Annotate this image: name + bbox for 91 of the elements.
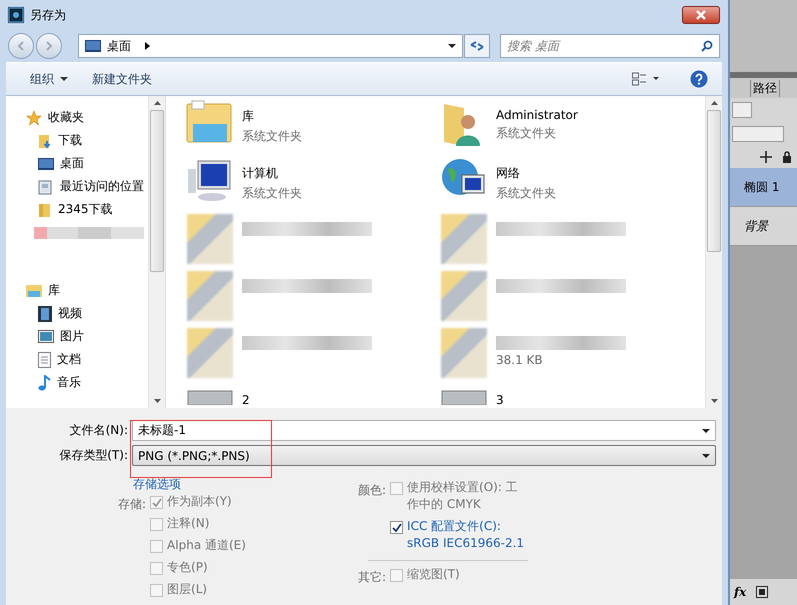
- option-label: 图层(L): [167, 581, 208, 598]
- checkbox[interactable]: [390, 521, 404, 534]
- nav-item[interactable]: 音乐: [6, 371, 148, 394]
- option-group-label: 存储:: [118, 496, 146, 513]
- pixelated-thumbnail: [187, 214, 233, 264]
- document-icon: [38, 352, 51, 368]
- file-name[interactable]: Administrator: [496, 108, 578, 122]
- music-note-icon: [38, 374, 51, 390]
- field-label: 保存类型(T):: [58, 447, 129, 464]
- file-type-dropdown[interactable]: PNG (*.PNG;*.PNS): [132, 445, 716, 466]
- scrollbar-thumb[interactable]: [707, 110, 721, 252]
- nav-item[interactable]: 2345下载: [6, 198, 148, 221]
- caret-icon[interactable]: [702, 428, 710, 432]
- refresh-button[interactable]: [464, 34, 490, 58]
- save-options-link[interactable]: 存储选项: [133, 476, 181, 493]
- file-name[interactable]: 库: [242, 108, 302, 125]
- nav-item[interactable]: 文档: [6, 348, 148, 371]
- scroll-down-icon[interactable]: [710, 399, 718, 403]
- desktop-icon: [85, 40, 101, 52]
- pixelated-thumbnail: [187, 328, 233, 378]
- chevron-icon: [145, 42, 150, 50]
- pixelated-thumbnail: [441, 328, 487, 378]
- scrollbar[interactable]: [148, 96, 165, 408]
- layer-row[interactable]: 椭圆 1: [730, 168, 797, 207]
- file-type: 系统文件夹: [242, 185, 302, 202]
- option-label: 作为副本(Y): [167, 493, 232, 510]
- file-type: 系统文件夹: [242, 128, 302, 145]
- option-group-label: 其它:: [358, 569, 386, 586]
- filename-field[interactable]: 未标题-1: [132, 420, 716, 441]
- pixelated-thumbnail: [187, 271, 233, 321]
- app-icon: [8, 7, 24, 23]
- dropdown[interactable]: [732, 126, 784, 142]
- close-icon: [695, 10, 707, 20]
- refresh-icon: [470, 40, 484, 52]
- scrollbar[interactable]: [705, 96, 722, 408]
- new-folder-button[interactable]: 新建文件夹: [84, 68, 160, 90]
- file-name[interactable]: 网络: [496, 165, 556, 182]
- search-icon: [701, 40, 713, 52]
- pixelated-thumbnail: [441, 271, 487, 321]
- option-label: 使用校样设置(O): 工作中的 CMYK: [407, 479, 519, 513]
- organize-button[interactable]: 组织: [22, 68, 76, 90]
- lock-icon[interactable]: [782, 151, 792, 163]
- scrollbar-thumb[interactable]: [150, 110, 164, 272]
- picture-icon: [38, 330, 54, 343]
- close-button[interactable]: [682, 6, 720, 24]
- caret-icon: [60, 77, 68, 81]
- layer-row[interactable]: 背景: [730, 207, 797, 246]
- option-group-label: 颜色:: [358, 482, 386, 499]
- nav-group-item[interactable]: 库: [6, 279, 148, 302]
- scroll-down-icon[interactable]: [154, 399, 160, 403]
- nav-item[interactable]: 视频: [6, 302, 148, 325]
- folder-icon: [38, 202, 52, 218]
- move-icon[interactable]: [760, 151, 772, 163]
- back-button[interactable]: [8, 33, 34, 59]
- film-icon: [38, 306, 52, 322]
- view-options-icon[interactable]: [632, 72, 660, 86]
- file-type: 系统文件夹: [496, 125, 557, 142]
- file-name[interactable]: 2: [242, 393, 250, 407]
- help-icon[interactable]: [690, 70, 708, 88]
- download-folder-icon: [38, 132, 52, 148]
- search-field[interactable]: 搜索 桌面: [500, 34, 720, 58]
- nav-item[interactable]: 下载: [6, 129, 148, 152]
- dropdown-icon: [448, 44, 456, 48]
- recent-places-icon: [38, 178, 54, 194]
- scroll-up-icon[interactable]: [710, 101, 718, 105]
- file-type: 系统文件夹: [496, 185, 556, 202]
- file-name[interactable]: 3: [496, 393, 504, 407]
- nav-item[interactable]: 图片: [6, 325, 148, 348]
- field-label: 文件名(N):: [68, 422, 129, 439]
- mask-icon[interactable]: [756, 586, 768, 598]
- nav-item[interactable]: 桌面: [6, 152, 148, 175]
- option-label: 缩览图(T): [407, 566, 461, 583]
- library-icon: [26, 284, 42, 298]
- option-label: Alpha 通道(E): [167, 537, 246, 554]
- option-label: 注释(N): [167, 515, 210, 532]
- window-title: 另存为: [30, 6, 66, 24]
- file-size: 38.1 KB: [496, 353, 544, 367]
- desktop-icon: [38, 158, 54, 170]
- option-label: ICC 配置文件(C): sRGB IEC61966-2.1: [407, 518, 526, 552]
- nav-item[interactable]: 最近访问的位置: [6, 175, 148, 198]
- pixelated-thumbnail: [441, 214, 487, 264]
- scroll-up-icon[interactable]: [154, 101, 160, 105]
- address-bar[interactable]: 桌面: [78, 34, 463, 58]
- file-name[interactable]: 计算机: [242, 165, 302, 182]
- nav-group-item[interactable]: 收藏夹: [6, 106, 148, 129]
- star-icon: [26, 110, 42, 126]
- option-label: 专色(P): [167, 559, 208, 576]
- caret-icon: [702, 454, 710, 458]
- forward-button[interactable]: [36, 33, 62, 59]
- fx-button[interactable]: fx: [734, 585, 746, 599]
- dropdown[interactable]: [732, 102, 752, 118]
